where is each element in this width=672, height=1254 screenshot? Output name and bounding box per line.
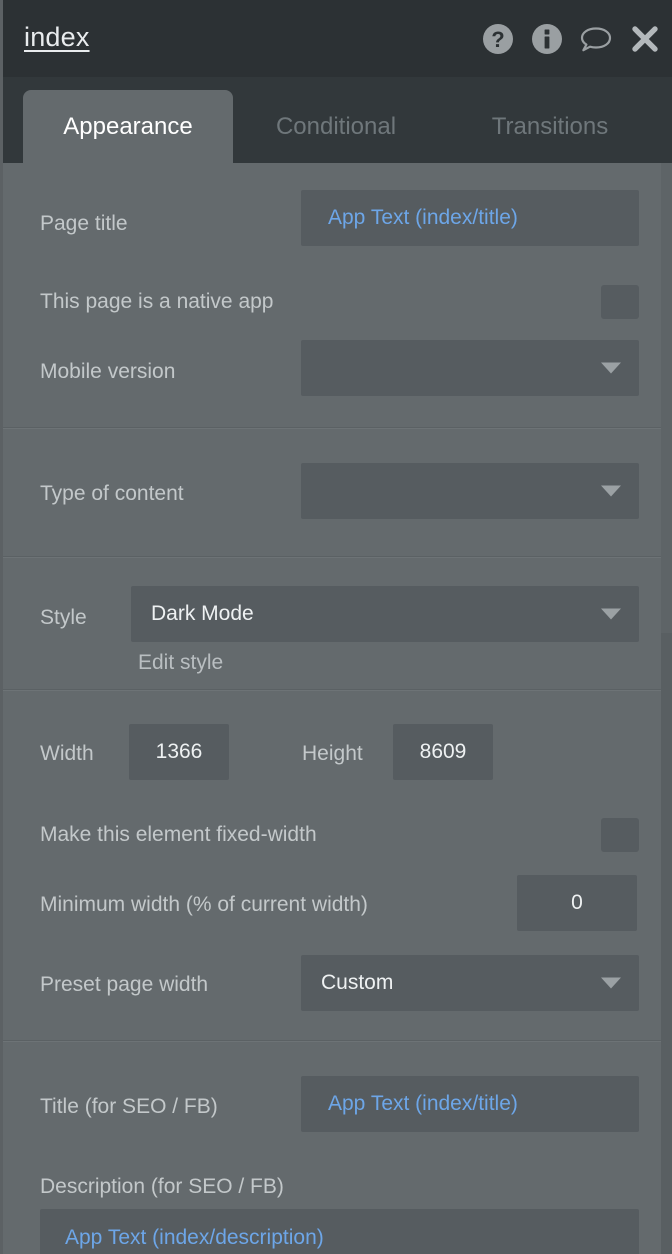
tab-conditional[interactable]: Conditional [241,90,431,163]
tab-appearance[interactable]: Appearance [23,90,233,163]
page-name-link[interactable]: index [24,22,90,53]
height-label: Height [302,742,363,765]
style-dropdown[interactable]: Dark Mode [131,586,639,642]
seo-title-label: Title (for SEO / FB) [40,1095,218,1118]
help-icon[interactable]: ? [482,23,514,55]
tab-conditional-label: Conditional [275,112,397,140]
width-label: Width [40,742,94,765]
chevron-down-icon [601,362,621,374]
width-value: 1366 [155,740,203,763]
height-value: 8609 [419,740,467,763]
scrollbar-thumb[interactable] [661,163,672,633]
width-input[interactable]: 1366 [129,724,229,780]
preset-page-width-dropdown[interactable]: Custom [301,955,639,1011]
minimum-width-input[interactable]: 0 [517,875,637,931]
svg-text:?: ? [491,27,504,52]
seo-description-label: Description (for SEO / FB) [40,1175,284,1198]
seo-description-value: App Text (index/description) [65,1226,324,1249]
section-divider [3,1040,664,1042]
fixed-width-checkbox[interactable] [601,818,639,852]
preset-page-width-label: Preset page width [40,973,209,996]
section-divider [3,556,664,558]
tab-transitions[interactable]: Transitions [455,90,645,163]
type-of-content-label: Type of content [40,482,184,505]
style-value: Dark Mode [151,602,254,625]
type-of-content-dropdown[interactable] [301,463,639,519]
preset-page-width-value: Custom [321,971,394,994]
panel-scrollbar[interactable] [661,163,672,1254]
appearance-form: Page title App Text (index/title) This p… [3,163,672,1254]
height-input[interactable]: 8609 [393,724,493,780]
section-divider [3,689,664,691]
page-property-editor: index ? Appearance Conditional Transitio… [0,0,672,1254]
native-app-checkbox[interactable] [601,285,639,319]
close-icon[interactable] [629,23,661,55]
minimum-width-label: Minimum width (% of current width) [40,893,368,916]
chevron-down-icon [601,977,621,989]
fixed-width-label: Make this element fixed-width [40,823,317,846]
page-title-value: App Text (index/title) [328,206,518,229]
edit-style-button[interactable]: Edit style [138,651,223,675]
tab-transitions-label: Transitions [491,112,609,140]
page-title-label: Page title [40,212,128,235]
mobile-version-label: Mobile version [40,360,176,383]
chevron-down-icon [601,485,621,497]
tab-appearance-label: Appearance [63,112,193,140]
minimum-width-value: 0 [571,891,583,914]
style-label: Style [40,606,87,629]
seo-title-value: App Text (index/title) [328,1092,518,1115]
section-divider [3,427,664,429]
title-bar: index ? [3,0,672,77]
page-title-input[interactable]: App Text (index/title) [301,190,639,246]
mobile-version-dropdown[interactable] [301,340,639,396]
native-app-label: This page is a native app [40,290,274,313]
tab-strip: Appearance Conditional Transitions [3,77,672,163]
seo-title-input[interactable]: App Text (index/title) [301,1076,639,1132]
info-icon[interactable] [531,23,563,55]
seo-description-input[interactable]: App Text (index/description) [40,1209,639,1254]
chevron-down-icon [601,608,621,620]
comment-icon[interactable] [580,23,612,55]
titlebar-icon-group: ? [482,23,661,55]
